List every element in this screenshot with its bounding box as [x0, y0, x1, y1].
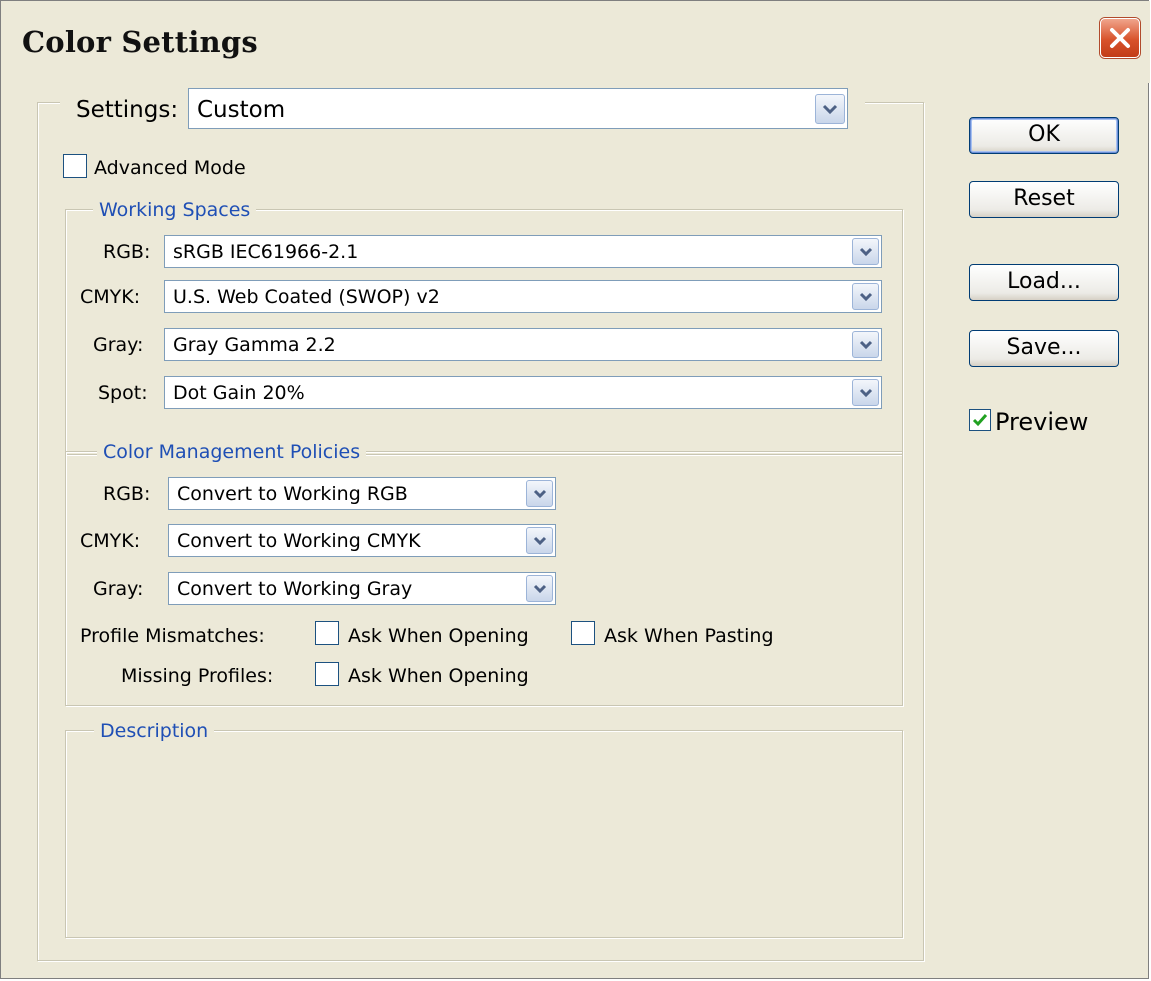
settings-label: Settings: [76, 97, 179, 123]
chevron-down-icon[interactable] [852, 331, 879, 358]
close-icon [1110, 28, 1130, 48]
pol-gray-value: Convert to Working Gray [177, 578, 413, 600]
working-spaces-legend: Working Spaces [93, 199, 257, 221]
title-bar[interactable]: Color Settings [1, 1, 1150, 83]
policies-legend: Color Management Policies [97, 441, 367, 463]
pol-cmyk-select[interactable]: Convert to Working CMYK [168, 524, 556, 557]
mismatch-ask-opening-label: Ask When Opening [348, 625, 529, 647]
profile-mismatches-label: Profile Mismatches: [80, 625, 265, 647]
pol-cmyk-value: Convert to Working CMYK [177, 530, 421, 552]
mismatch-ask-pasting-checkbox[interactable] [571, 621, 595, 645]
missing-profiles-label: Missing Profiles: [121, 665, 274, 687]
pol-cmyk-label: CMYK: [80, 530, 141, 552]
check-icon [972, 414, 988, 427]
pol-rgb-select[interactable]: Convert to Working RGB [168, 477, 556, 510]
pol-rgb-label: RGB: [103, 483, 151, 505]
color-settings-dialog: Color Settings Settings: Custom Advanced… [0, 0, 1150, 979]
ws-gray-select[interactable]: Gray Gamma 2.2 [164, 328, 882, 361]
chevron-down-icon[interactable] [852, 238, 879, 265]
ok-button[interactable]: OK [969, 117, 1119, 154]
pol-rgb-value: Convert to Working RGB [177, 483, 408, 505]
chevron-down-icon[interactable] [526, 575, 553, 602]
ws-rgb-select[interactable]: sRGB IEC61966-2.1 [164, 235, 882, 268]
description-legend: Description [94, 720, 215, 742]
chevron-down-icon[interactable] [526, 527, 553, 554]
ws-gray-value: Gray Gamma 2.2 [173, 334, 336, 356]
ws-spot-label: Spot: [98, 382, 148, 404]
chevron-down-icon[interactable] [815, 94, 845, 124]
preview-label: Preview [995, 408, 1089, 436]
window-title: Color Settings [22, 25, 258, 59]
missing-ask-opening-label: Ask When Opening [348, 665, 529, 687]
pol-gray-select[interactable]: Convert to Working Gray [168, 572, 556, 605]
mismatch-ask-pasting-label: Ask When Pasting [604, 625, 774, 647]
preview-checkbox[interactable] [969, 409, 991, 431]
ws-cmyk-select[interactable]: U.S. Web Coated (SWOP) v2 [164, 280, 882, 313]
settings-value: Custom [197, 97, 286, 123]
chevron-down-icon[interactable] [852, 379, 879, 406]
ws-rgb-label: RGB: [103, 241, 151, 263]
reset-button[interactable]: Reset [969, 181, 1119, 218]
ws-cmyk-label: CMYK: [80, 286, 141, 308]
save-button[interactable]: Save... [969, 330, 1119, 367]
ws-spot-value: Dot Gain 20% [173, 382, 305, 404]
advanced-mode-label: Advanced Mode [94, 157, 246, 179]
chevron-down-icon[interactable] [526, 480, 553, 507]
pol-gray-label: Gray: [93, 578, 144, 600]
settings-select[interactable]: Custom [188, 88, 848, 129]
ws-rgb-value: sRGB IEC61966-2.1 [173, 241, 359, 263]
mismatch-ask-opening-checkbox[interactable] [315, 621, 339, 645]
advanced-mode-checkbox[interactable] [63, 154, 87, 178]
ws-gray-label: Gray: [93, 334, 144, 356]
load-button[interactable]: Load... [969, 264, 1119, 301]
ws-cmyk-value: U.S. Web Coated (SWOP) v2 [173, 286, 440, 308]
chevron-down-icon[interactable] [852, 283, 879, 310]
description-group [65, 730, 903, 938]
missing-ask-opening-checkbox[interactable] [315, 662, 339, 686]
close-button[interactable] [1100, 18, 1140, 58]
ws-spot-select[interactable]: Dot Gain 20% [164, 376, 882, 409]
